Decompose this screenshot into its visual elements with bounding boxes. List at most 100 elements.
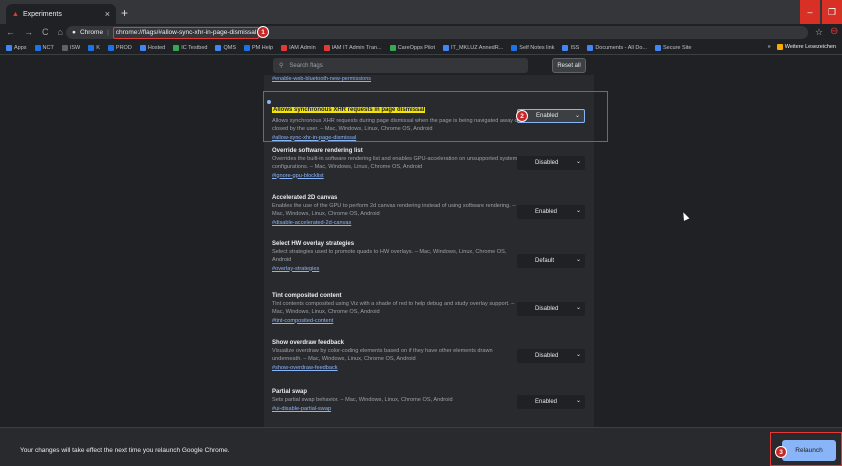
other-bookmarks-folder[interactable]: Weitere Lesezeichen (776, 44, 836, 50)
flag-show-overdraw-feedback: Show overdraw feedback Visualize overdra… (272, 340, 522, 371)
flag-title: Override software rendering list (272, 148, 363, 154)
reset-all-button[interactable]: Reset all (552, 58, 586, 73)
bookmark-icon (107, 44, 114, 51)
flag-override-software-rendering: Override software rendering list Overrid… (272, 148, 522, 179)
flag-link[interactable]: #show-overdraw-feedback (272, 365, 522, 371)
select-value: Disabled (535, 306, 559, 312)
bookmark-item[interactable]: Secure Site (654, 44, 691, 51)
bookmark-item[interactable]: Self Notes link (511, 44, 554, 51)
bookmark-icon (34, 44, 41, 51)
apps-grid-icon (6, 44, 12, 51)
flag-description: Overrides the built-in software renderin… (272, 156, 518, 170)
bookmark-item[interactable]: IAM IT Admin Tran... (323, 44, 382, 51)
bookmark-item[interactable]: Documents - All Do... (587, 44, 647, 51)
bookmark-icon (243, 44, 250, 51)
flag-description: Sets partial swap behavior. – Mac, Windo… (272, 397, 453, 403)
flag-state-select[interactable]: Disabled ⌄ (517, 156, 585, 170)
bookmark-item[interactable]: PROD (107, 44, 132, 51)
bookmarks-overflow-button[interactable]: » (768, 44, 771, 50)
bookmark-icon (389, 44, 396, 51)
flag-link[interactable]: #overlay-strategies (272, 266, 522, 272)
flag-state-select[interactable]: Enabled ⌄ (517, 395, 585, 409)
home-icon[interactable]: ⌂ (58, 27, 63, 37)
select-value: Enabled (535, 209, 558, 215)
chevron-down-icon: ⌄ (575, 159, 581, 165)
flag-state-select[interactable]: Enabled ⌄ (517, 205, 585, 219)
bookmark-item[interactable]: ISW (61, 44, 80, 51)
flag-partial-swap: Partial swap Sets partial swap behavior.… (272, 389, 522, 412)
tab-experiments[interactable]: ▲ Experiments × (6, 4, 116, 24)
address-separator: | (107, 29, 109, 36)
experiments-flask-icon: ▲ (12, 10, 19, 18)
bookmark-icon (281, 44, 288, 51)
bookmark-icon (173, 44, 180, 51)
tab-title: Experiments (22, 10, 62, 18)
profile-avatar-icon[interactable]: ⊖ (830, 26, 838, 37)
tab-close-icon[interactable]: × (105, 9, 110, 19)
bookmark-icon (61, 44, 68, 51)
chrome-site-icon: ● (72, 29, 76, 36)
flag-hw-overlay-strategies: Select HW overlay strategies Select stra… (272, 241, 522, 272)
relaunch-message: Your changes will take effect the next t… (20, 447, 230, 454)
flag-link[interactable]: #ignore-gpu-blocklist (272, 173, 522, 179)
bookmark-item[interactable]: PM Help (243, 44, 273, 51)
bookmark-item[interactable]: IT_MKLUZ AnnedR... (443, 44, 503, 51)
back-arrow-icon[interactable]: ← (6, 27, 15, 37)
flag-description: Enables the use of the GPU to perform 2d… (272, 203, 516, 217)
select-value: Enabled (535, 399, 558, 405)
forward-arrow-icon[interactable]: → (24, 27, 33, 37)
annotation-badge-2: 2 (516, 110, 528, 122)
flag-link[interactable]: #ui-disable-partial-swap (272, 406, 522, 412)
minimize-button[interactable]: – (800, 0, 820, 24)
bookmark-icon (139, 44, 146, 51)
flag-link[interactable]: #disable-accelerated-2d-canvas (272, 220, 522, 226)
new-tab-button[interactable]: + (121, 6, 128, 20)
flag-description: Tint contents composited using Viz with … (272, 301, 515, 315)
chevron-down-icon: ⌄ (575, 352, 581, 358)
reload-icon[interactable]: C (42, 27, 49, 37)
previous-flag-link[interactable]: #enable-web-bluetooth-new-permissions (272, 76, 371, 82)
bookmark-item[interactable]: ISS (562, 44, 579, 51)
search-placeholder: Search flags (289, 62, 323, 69)
annotation-highlight-box (263, 91, 608, 142)
bookmark-icon (654, 44, 661, 51)
folder-icon (776, 44, 783, 50)
chevron-down-icon: ⌄ (575, 398, 581, 404)
search-icon: ⚲ (279, 63, 284, 69)
bookmark-item[interactable]: Apps (6, 44, 27, 51)
address-bar[interactable]: ● Chrome | chrome://flags/#allow-sync-xh… (66, 26, 808, 39)
bookmark-icon (562, 44, 569, 51)
bookmark-icon (323, 44, 330, 51)
bookmark-star-icon[interactable]: ☆ (815, 27, 823, 38)
bookmark-item[interactable]: IC Testbed (173, 44, 207, 51)
bookmark-item[interactable]: QMS (215, 44, 236, 51)
bookmark-item[interactable]: Hosted (139, 44, 165, 51)
relaunch-button[interactable]: Relaunch (782, 440, 836, 461)
bookmark-icon (88, 44, 95, 51)
bookmark-icon (443, 44, 449, 51)
bookmark-item[interactable]: NCT (34, 44, 54, 51)
restore-button[interactable]: ❐ (822, 0, 842, 24)
nav-buttons: ← → C ⌂ (6, 27, 63, 37)
select-value: Disabled (535, 353, 559, 359)
bookmark-item[interactable]: CareOpps Pilot (389, 44, 435, 51)
annotation-badge-1: 1 (257, 26, 269, 38)
flag-state-select[interactable]: Disabled ⌄ (517, 349, 585, 363)
chevron-down-icon: ⌄ (575, 305, 581, 311)
flag-description: Visualize overdraw by color-coding eleme… (272, 348, 493, 362)
bookmark-icon (511, 44, 518, 51)
search-flags-input[interactable]: ⚲ Search flags (273, 58, 528, 73)
bookmark-item[interactable]: K (88, 44, 100, 51)
flag-tint-composited-content: Tint composited content Tint contents co… (272, 293, 522, 324)
bookmark-item[interactable]: IAM Admin (281, 44, 316, 51)
flag-state-select[interactable]: Default ⌄ (517, 254, 585, 268)
chevron-down-icon: ⌄ (575, 257, 581, 263)
flag-state-select[interactable]: Disabled ⌄ (517, 302, 585, 316)
annotation-badge-3: 3 (775, 446, 787, 458)
flag-title: Select HW overlay strategies (272, 241, 355, 247)
bookmarks-bar: Apps NCT ISW K PROD Hosted IC Testbed QM… (0, 41, 842, 55)
flag-link[interactable]: #tint-composited-content (272, 318, 522, 324)
flag-accelerated-2d-canvas: Accelerated 2D canvas Enables the use of… (272, 195, 522, 226)
flag-description: Select strategies used to promote quads … (272, 249, 507, 263)
url-text[interactable]: chrome://flags/#allow-sync-xhr-in-page-d… (112, 26, 260, 39)
